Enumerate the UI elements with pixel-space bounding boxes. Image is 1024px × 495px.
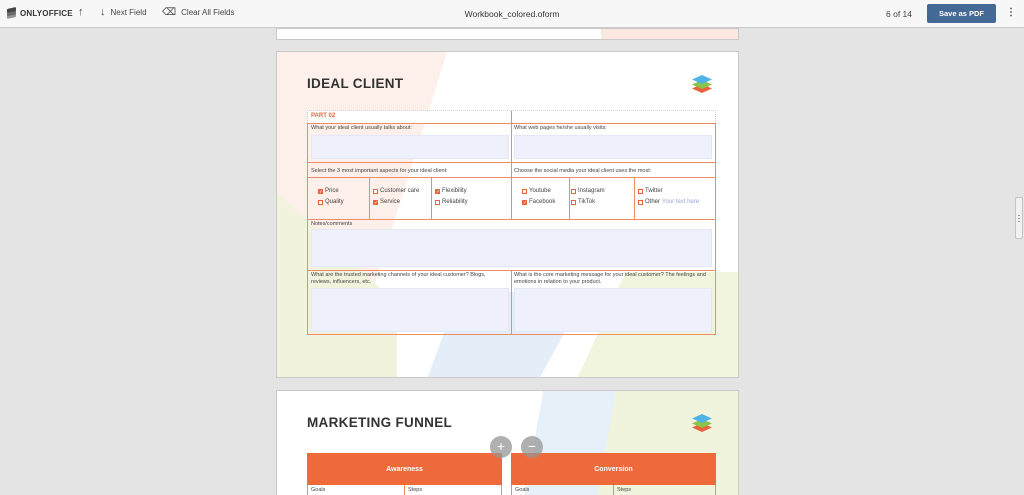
page-title: MARKETING FUNNEL [307,415,453,430]
logo-text: ONLYOFFICE [20,9,73,18]
checkbox-price[interactable]: ✓ Price [318,187,339,195]
checkbox-icon [318,199,323,205]
layers-logo-icon [690,72,716,96]
more-options-icon[interactable]: ⋮ [1006,7,1016,18]
zoom-in-button[interactable]: + [490,436,512,458]
part-label: PART 02 [311,113,336,119]
page-title: IDEAL CLIENT [307,76,404,91]
steps-header: Steps [613,485,716,495]
checkbox-label: Price [325,188,339,194]
checkbox-icon: ✓ [373,199,379,206]
funnel-stage-awareness: Awareness [307,453,502,485]
question-web-pages: What web pages he/she usually visits: [514,125,607,131]
checkbox-icon: ✓ [522,199,528,206]
question-core-message: What is the core marketing message for y… [514,272,706,285]
next-field-button[interactable]: ↓ Next Field [100,7,147,18]
checkbox-icon [435,199,440,205]
question-aspects: Select the 3 most important aspects for … [311,168,448,174]
checkbox-icon: ✓ [318,188,324,195]
checkbox-label: Instagram [578,188,605,194]
page-counter: 6 of 14 [886,9,912,19]
next-field-label: Next Field [110,8,147,17]
goals-header: Goals [307,485,405,495]
checkbox-icon [638,199,643,205]
save-as-pdf-button[interactable]: Save as PDF [927,4,996,23]
checkbox-label: Other [645,199,661,205]
other-text-field[interactable]: Your text here [662,198,699,206]
steps-header: Steps [404,485,502,495]
checkbox-icon [522,188,527,194]
document-title: Workbook_colored.oform [464,9,560,19]
top-toolbar: ONLYOFFICE ↑ ↓ Next Field ⌫ Clear All Fi… [0,0,1024,28]
checkbox-youtube[interactable]: Youtube [522,187,551,195]
grid-line [369,177,370,219]
funnel-stage-conversion: Conversion [511,453,716,485]
checkbox-label: Twitter [645,188,663,194]
checkbox-reliability[interactable]: Reliability [435,198,468,206]
checkbox-label: Facebook [529,199,556,205]
vertical-scrollbar-thumb[interactable] [1015,197,1023,239]
page-decoration [277,29,738,39]
checkbox-service[interactable]: ✓ Service [373,198,400,206]
checkbox-label: Flexibility [442,188,467,194]
channels-field[interactable] [311,288,509,332]
arrow-down-icon: ↓ [100,6,106,18]
checkbox-label: Service [380,199,401,205]
zoom-out-button[interactable]: − [521,436,543,458]
arrow-up-icon: ↑ [78,6,84,18]
checkbox-icon [373,188,378,194]
grid-line [431,177,432,219]
checkbox-icon [571,199,576,205]
clear-all-fields-label: Clear All Fields [181,8,235,17]
previous-page [276,28,739,40]
checkbox-icon [638,188,643,194]
onlyoffice-logo: ONLYOFFICE [6,7,73,19]
checkbox-customer-care[interactable]: Customer care [373,187,419,195]
ideal-client-form: PART 02 What your ideal client usually t… [307,110,716,335]
checkbox-instagram[interactable]: Instagram [571,187,605,195]
notes-field[interactable] [311,229,712,267]
checkbox-icon [571,188,576,194]
checkbox-icon: ✓ [435,188,441,195]
core-message-field[interactable] [514,288,712,332]
question-social-media: Choose the social media your ideal clien… [514,168,652,174]
checkbox-flexibility[interactable]: ✓ Flexibility [435,187,467,195]
checkbox-label: TikTok [578,199,596,205]
grid-line [634,177,635,219]
grid-line [511,270,512,335]
eraser-icon: ⌫ [162,7,177,18]
checkbox-label: Quality [325,199,344,205]
clear-all-fields-button[interactable]: ⌫ Clear All Fields [162,7,235,18]
question-talks-about: What your ideal client usually talks abo… [311,125,412,131]
layers-logo-icon [690,411,716,435]
page-ideal-client: IDEAL CLIENT PART 02 What your ideal cli… [276,51,739,378]
checkbox-label: Customer care [380,188,420,194]
web-pages-field[interactable] [514,135,712,159]
checkbox-label: Reliability [442,199,468,205]
checkbox-label: Youtube [529,188,551,194]
checkbox-tiktok[interactable]: TikTok [571,198,595,206]
grid-line [569,177,570,219]
goals-header: Goals [511,485,614,495]
checkbox-facebook[interactable]: ✓ Facebook [522,198,555,206]
layers-logo-icon [6,7,17,19]
notes-label: Notes/comments [311,221,353,227]
checkbox-other[interactable]: Other Your text here [638,198,699,206]
talks-about-field[interactable] [311,135,509,159]
grid-line [511,111,512,219]
previous-field-button[interactable]: ↑ [78,7,84,18]
grid-line [308,219,715,220]
checkbox-twitter[interactable]: Twitter [638,187,663,195]
checkbox-quality[interactable]: Quality [318,198,344,206]
question-channels: What are the trusted marketing channels … [311,272,486,285]
